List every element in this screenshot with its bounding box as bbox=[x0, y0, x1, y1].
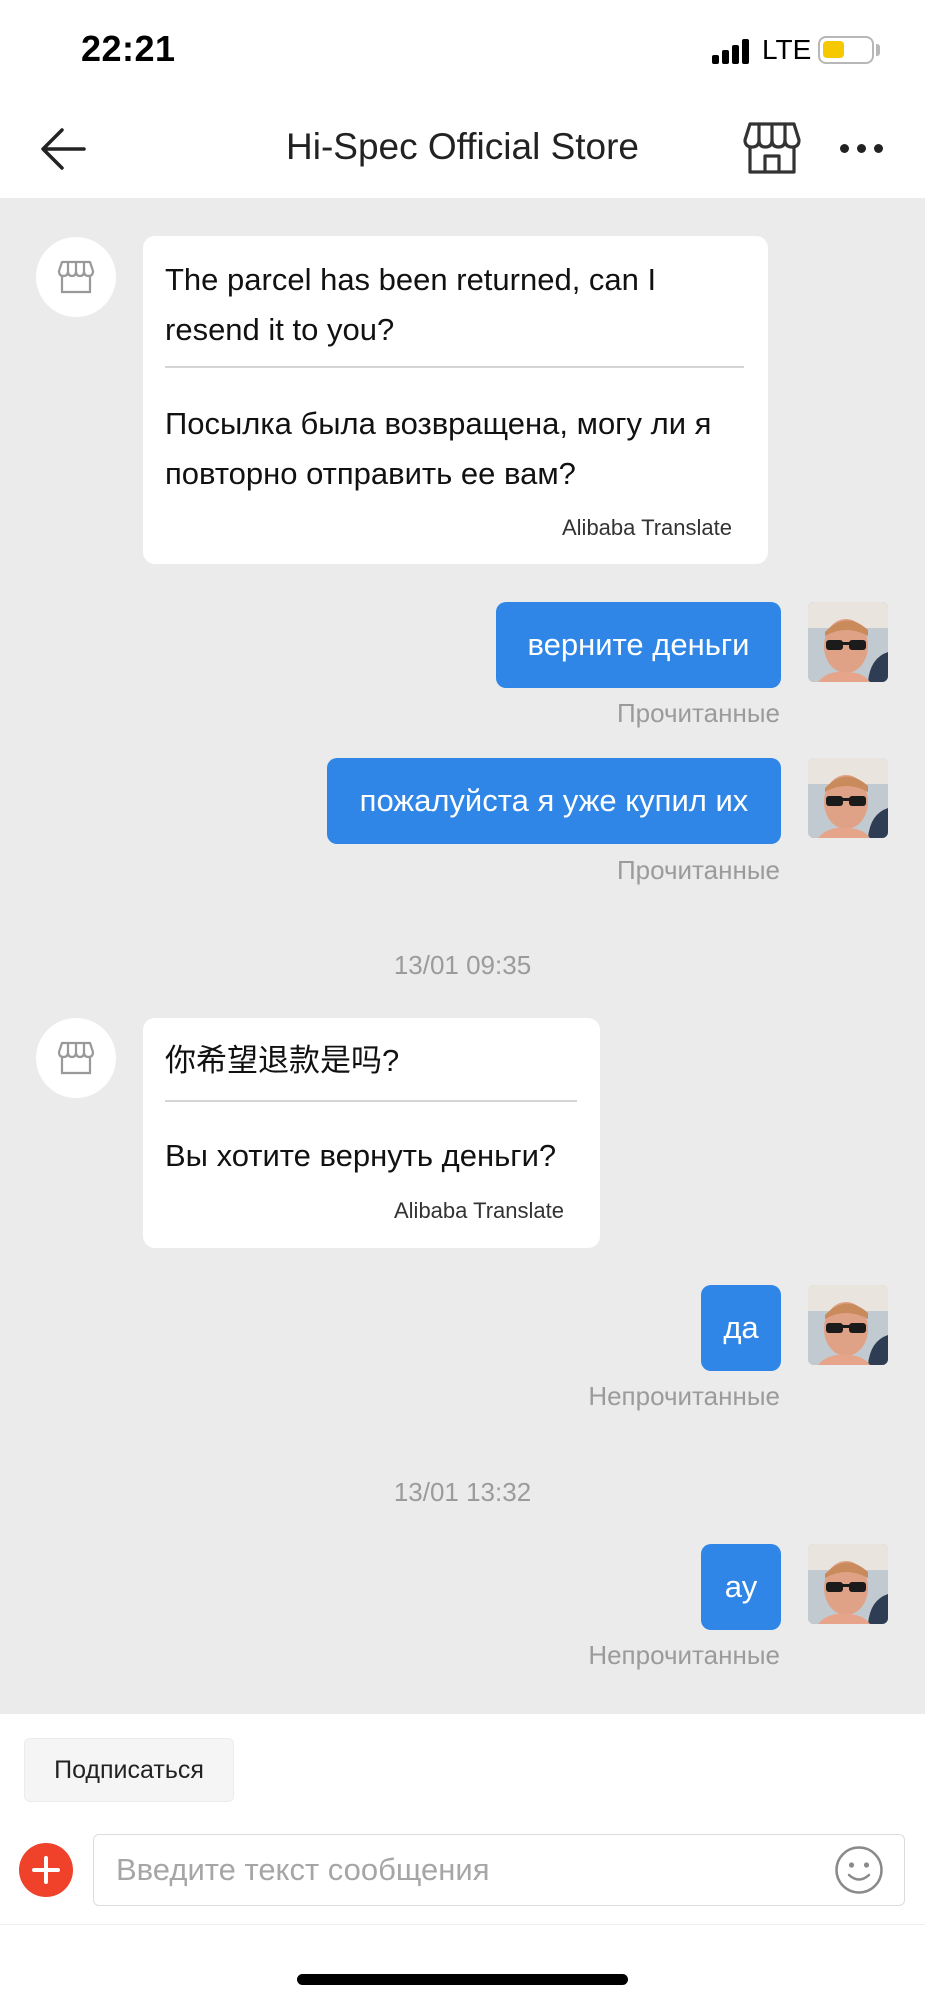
status-time: 22:21 bbox=[81, 28, 176, 69]
subscribe-button[interactable]: Подписаться bbox=[24, 1738, 234, 1802]
store-avatar[interactable] bbox=[36, 237, 116, 317]
read-status-label: Прочитанные bbox=[616, 855, 780, 885]
store-avatar[interactable] bbox=[36, 1018, 116, 1098]
read-status-label: Непрочитанные bbox=[588, 1381, 780, 1411]
message-translation-text: Вы хотите вернуть деньги? bbox=[165, 1138, 557, 1173]
battery-level bbox=[823, 41, 844, 58]
translate-credit: Alibaba Translate bbox=[562, 515, 732, 540]
user-avatar[interactable] bbox=[808, 602, 888, 682]
signal-icon bbox=[712, 38, 752, 64]
user-avatar[interactable] bbox=[808, 1285, 888, 1365]
composer-panel: Подписаться bbox=[0, 1714, 925, 2000]
outgoing-message-bubble[interactable]: да bbox=[701, 1285, 781, 1371]
outgoing-message-bubble[interactable]: пожалуйста я уже купил их bbox=[327, 758, 781, 844]
message-original-text: The parcel has been returned, can I rese… bbox=[165, 262, 657, 347]
message-original-text: 你希望退款是吗? bbox=[165, 1043, 400, 1078]
chat-screen: 22:21 LTE Hi-Spec Official Store The par… bbox=[0, 0, 925, 2000]
read-status-label: Непрочитанные bbox=[588, 1640, 780, 1670]
date-separator: 13/01 09:35 bbox=[393, 950, 532, 980]
status-bar: 22:21 LTE bbox=[0, 0, 925, 100]
translation-divider bbox=[165, 366, 744, 368]
message-translation-text: Посылка была возвращена, могу ли я повто… bbox=[165, 406, 712, 491]
battery-icon bbox=[818, 36, 874, 64]
outgoing-message-bubble[interactable]: верните деньги bbox=[496, 602, 781, 688]
incoming-message-bubble[interactable]: The parcel has been returned, can I rese… bbox=[143, 236, 768, 564]
network-label: LTE bbox=[762, 34, 812, 65]
incoming-message-bubble[interactable]: 你希望退款是吗? Вы хотите вернуть деньги? Aliba… bbox=[143, 1018, 600, 1248]
store-icon bbox=[57, 1041, 95, 1075]
plus-circle-icon[interactable] bbox=[19, 1843, 73, 1897]
chat-header: Hi-Spec Official Store bbox=[0, 100, 925, 198]
outgoing-message-bubble[interactable]: ау bbox=[701, 1544, 781, 1630]
home-indicator[interactable] bbox=[297, 1974, 628, 1985]
user-avatar[interactable] bbox=[808, 758, 888, 838]
divider bbox=[0, 1924, 925, 1925]
store-icon bbox=[57, 260, 95, 294]
message-list[interactable]: The parcel has been returned, can I rese… bbox=[0, 198, 925, 1714]
translation-divider bbox=[165, 1100, 577, 1102]
read-status-label: Прочитанные bbox=[616, 698, 780, 728]
translate-credit: Alibaba Translate bbox=[394, 1198, 564, 1223]
more-horizontal-icon[interactable] bbox=[840, 144, 884, 156]
battery-tip bbox=[876, 44, 880, 56]
user-avatar[interactable] bbox=[808, 1544, 888, 1624]
date-separator: 13/01 13:32 bbox=[393, 1477, 532, 1507]
message-input[interactable] bbox=[93, 1834, 905, 1906]
smiley-icon[interactable] bbox=[834, 1845, 884, 1895]
store-icon[interactable] bbox=[742, 120, 802, 176]
